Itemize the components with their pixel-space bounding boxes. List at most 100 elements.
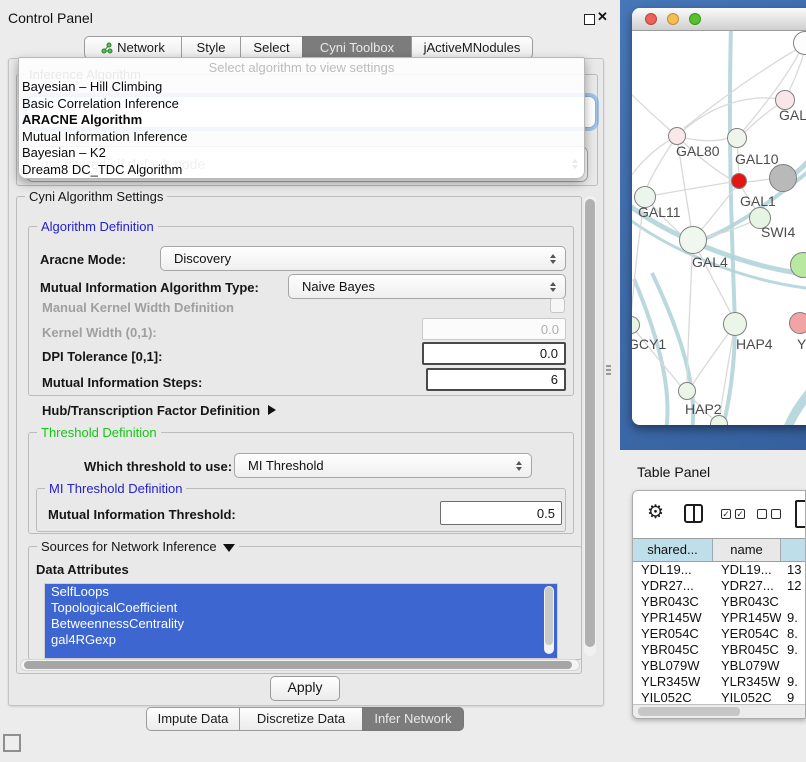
network-node-label: GAL80 [676, 143, 720, 159]
settings-group-title: Cyni Algorithm Settings [25, 189, 167, 204]
network-node-label: SWI4 [761, 224, 795, 240]
data-attributes-label: Data Attributes [36, 562, 129, 577]
network-node-label: GAL10 [735, 151, 779, 167]
network-canvas[interactable]: GALGAL80GAL10GAL1GAL11SWI4GAL4GCY1HAP4YH… [632, 31, 806, 425]
network-node[interactable] [723, 312, 747, 336]
mac-minimize-button[interactable] [667, 13, 679, 25]
kernel-width-label: Kernel Width (0,1): [42, 325, 157, 340]
file-icon[interactable] [795, 500, 806, 528]
data-attributes-list[interactable]: SelfLoopsTopologicalCoefficientBetweenne… [44, 583, 558, 659]
tab-cyni-toolbox[interactable]: Cyni Toolbox [302, 36, 412, 59]
algorithm-definition-title: Algorithm Definition [37, 219, 158, 234]
table-row[interactable]: YPR145WYPR145W9. [633, 610, 805, 626]
column-header-shared-name[interactable]: shared... [633, 539, 713, 561]
select-all-checkbox-icon[interactable]: ✓ [735, 509, 745, 519]
network-window-titlebar[interactable] [632, 8, 806, 31]
tab-infer-network[interactable]: Infer Network [362, 707, 464, 731]
deselect-all-checkbox-icon[interactable] [757, 509, 767, 519]
mac-zoom-button[interactable] [689, 13, 701, 25]
table-row[interactable]: YDL19...YDL19...13 [633, 562, 805, 578]
settings-vertical-scrollbar[interactable] [584, 196, 596, 656]
table-cell: YER054C [633, 626, 713, 642]
table-row[interactable]: YBR043CYBR043C [633, 594, 805, 610]
column-header-partial[interactable] [781, 539, 805, 561]
tab-select[interactable]: Select [240, 36, 303, 59]
which-threshold-combobox[interactable]: MI Threshold [234, 453, 532, 478]
table-cell: 12 [781, 578, 805, 594]
data-attribute-item[interactable]: TopologicalCoefficient [45, 600, 557, 616]
table-cell: YBR043C [633, 594, 713, 610]
columns-icon[interactable] [684, 504, 703, 523]
deselect-all-checkbox-icon[interactable] [771, 509, 781, 519]
network-node-label: HAP4 [736, 336, 773, 352]
algorithm-option[interactable]: Basic Correlation Inference [19, 96, 584, 113]
algorithm-option[interactable]: Mutual Information Inference [19, 129, 584, 146]
data-attribute-item-partial [45, 648, 557, 658]
attributes-list-scrollbar[interactable] [544, 586, 554, 654]
expander-arrow-icon [268, 405, 276, 415]
aracne-mode-combobox[interactable]: Discovery [160, 246, 566, 271]
tab-style[interactable]: Style [181, 36, 241, 59]
which-threshold-value: MI Threshold [248, 458, 324, 473]
table-horizontal-scrollbar[interactable] [633, 704, 805, 719]
network-node[interactable] [731, 173, 747, 189]
table-row[interactable]: YBR045CYBR045C9. [633, 642, 805, 658]
dpi-tolerance-input[interactable]: 0.0 [422, 342, 566, 365]
table-cell: YLR345W [633, 674, 713, 690]
aracne-mode-label: Aracne Mode: [40, 252, 126, 267]
algorithm-option[interactable]: Dream8 DC_TDC Algorithm [19, 162, 584, 179]
mi-type-combobox[interactable]: Naive Bayes [288, 274, 566, 299]
collapse-arrow-icon [223, 544, 235, 552]
network-node[interactable] [789, 312, 806, 334]
table-toolbar: ⚙ ✓ ✓ [633, 491, 805, 538]
mi-type-label: Mutual Information Algorithm Type: [40, 280, 259, 295]
algorithm-option[interactable]: ARACNE Algorithm [19, 112, 584, 129]
algorithm-option[interactable]: Bayesian – K2 [19, 145, 584, 162]
network-node[interactable] [769, 164, 797, 192]
mi-type-value: Naive Bayes [302, 279, 375, 294]
table-cell: YBR045C [633, 642, 713, 658]
select-all-checkbox-icon[interactable]: ✓ [721, 509, 731, 519]
data-attribute-item[interactable]: SelfLoops [45, 584, 557, 600]
combo-arrows-icon [550, 282, 556, 292]
table-cell [781, 658, 805, 674]
table-row[interactable]: YIL052CYIL052C9 [633, 690, 805, 704]
float-window-icon[interactable] [584, 14, 595, 25]
column-header-name[interactable]: name [713, 539, 781, 561]
table-row[interactable]: YDR27...YDR27...12 [633, 578, 805, 594]
data-attribute-item[interactable]: BetweennessCentrality [45, 616, 557, 632]
network-node[interactable] [679, 226, 707, 254]
network-node[interactable] [678, 382, 696, 400]
mi-threshold-input[interactable]: 0.5 [440, 501, 562, 525]
table-row[interactable]: YBL079WYBL079W [633, 658, 805, 674]
sources-group-title[interactable]: Sources for Network Inference [37, 539, 239, 554]
mi-threshold-group-title: MI Threshold Definition [45, 481, 186, 496]
tab-discretize-data[interactable]: Discretize Data [239, 707, 363, 731]
mi-steps-input[interactable]: 6 [426, 368, 566, 391]
network-node-label: Y [797, 336, 806, 352]
manual-kernel-checkbox[interactable] [550, 298, 565, 313]
apply-button[interactable]: Apply [270, 676, 340, 701]
gear-icon[interactable]: ⚙ [647, 502, 664, 524]
table-cell [781, 594, 805, 610]
collapsed-panel-button[interactable] [3, 734, 21, 752]
table-row[interactable]: YLR345WYLR345W9. [633, 674, 805, 690]
tab-network[interactable]: Network [84, 36, 182, 59]
table-cell: YIL052C [713, 690, 781, 704]
table-cell: YLR345W [713, 674, 781, 690]
mi-steps-label: Mutual Information Steps: [42, 375, 202, 390]
close-icon[interactable]: ✕ [597, 9, 608, 25]
network-node[interactable] [727, 128, 747, 148]
kernel-width-input[interactable]: 0.0 [422, 318, 566, 340]
tab-jactivemnodules[interactable]: jActiveMNodules [411, 36, 533, 59]
control-panel-title: Control Panel [8, 10, 93, 26]
table-cell: YPR145W [633, 610, 713, 626]
data-attribute-item[interactable]: gal4RGexp [45, 632, 557, 648]
settings-horizontal-scrollbar[interactable] [20, 659, 580, 671]
mac-close-button[interactable] [645, 13, 657, 25]
tab-impute-data[interactable]: Impute Data [146, 707, 240, 731]
algorithm-option[interactable]: Bayesian – Hill Climbing [19, 79, 584, 96]
panel-splitter-handle[interactable] [606, 365, 611, 375]
table-row[interactable]: YER054CYER054C8. [633, 626, 805, 642]
hub-definition-expander[interactable]: Hub/Transcription Factor Definition [42, 403, 276, 418]
